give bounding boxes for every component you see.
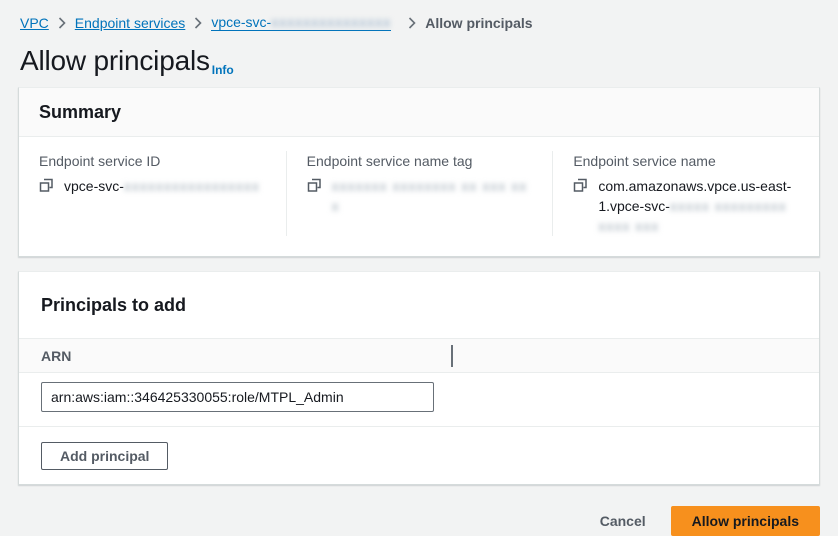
arn-column-header: ARN xyxy=(41,348,71,364)
column-resize-handle[interactable] xyxy=(451,345,453,367)
redacted-text: xxxxxxxxxxxxxxx xyxy=(271,14,391,30)
allow-principals-page: VPC Endpoint services vpce-svc-xxxxxxxxx… xyxy=(0,0,838,536)
principals-card-header: Principals to add xyxy=(19,272,819,339)
summary-title: Summary xyxy=(39,100,799,124)
allow-principals-button[interactable]: Allow principals xyxy=(671,506,820,536)
arn-table-header: ARN xyxy=(19,339,819,373)
info-link[interactable]: Info xyxy=(212,63,234,77)
copy-icon[interactable] xyxy=(39,178,54,193)
principals-title: Principals to add xyxy=(41,293,797,317)
page-header: Allow principals Info xyxy=(18,44,820,78)
chevron-right-icon xyxy=(408,17,416,29)
field-value: com.amazonaws.vpce.us-east-1.vpce-svc-xx… xyxy=(573,176,799,236)
summary-card-header: Summary xyxy=(19,88,819,137)
add-principal-button[interactable]: Add principal xyxy=(41,442,168,470)
field-label: Endpoint service ID xyxy=(39,151,266,171)
summary-card: Summary Endpoint service ID vpce-svc-xxx… xyxy=(18,87,820,257)
page-title: Allow principals xyxy=(20,44,210,78)
chevron-right-icon xyxy=(58,17,66,29)
field-value: vpce-svc-xxxxxxxxxxxxxxxxx xyxy=(39,176,266,196)
value-prefix: vpce-svc- xyxy=(64,178,124,194)
copy-icon[interactable] xyxy=(573,178,588,193)
arn-input-row xyxy=(19,373,819,426)
breadcrumb: VPC Endpoint services vpce-svc-xxxxxxxxx… xyxy=(18,14,820,31)
breadcrumb-link-endpoint-services[interactable]: Endpoint services xyxy=(75,15,186,31)
arn-input[interactable] xyxy=(41,382,434,412)
chevron-right-icon xyxy=(194,17,202,29)
summary-field-endpoint-service-name-tag: Endpoint service name tag xxxxxxx xxxxxx… xyxy=(286,151,553,236)
field-label: Endpoint service name tag xyxy=(307,151,533,171)
breadcrumb-service-prefix: vpce-svc- xyxy=(211,14,271,30)
add-principal-row: Add principal xyxy=(19,426,819,484)
breadcrumb-link-endpoint-service-id[interactable]: vpce-svc-xxxxxxxxxxxxxxx xyxy=(211,14,391,31)
redacted-text: xxxxxxx xxxxxxxx xx xxx xx x xyxy=(332,178,528,214)
summary-body: Endpoint service ID vpce-svc-xxxxxxxxxxx… xyxy=(19,137,819,256)
redacted-text: xxxxxxxxxxxxxxxxx xyxy=(124,178,260,194)
principals-card: Principals to add ARN Add principal xyxy=(18,271,820,485)
cancel-button[interactable]: Cancel xyxy=(600,513,646,529)
summary-field-endpoint-service-id: Endpoint service ID vpce-svc-xxxxxxxxxxx… xyxy=(19,151,286,236)
breadcrumb-current: Allow principals xyxy=(425,15,532,31)
field-value: xxxxxxx xxxxxxxx xx xxx xx x xyxy=(307,176,533,216)
field-label: Endpoint service name xyxy=(573,151,799,171)
summary-field-endpoint-service-name: Endpoint service name com.amazonaws.vpce… xyxy=(552,151,819,236)
breadcrumb-link-vpc[interactable]: VPC xyxy=(20,15,49,31)
copy-icon[interactable] xyxy=(307,178,322,193)
footer-actions: Cancel Allow principals xyxy=(18,506,820,536)
